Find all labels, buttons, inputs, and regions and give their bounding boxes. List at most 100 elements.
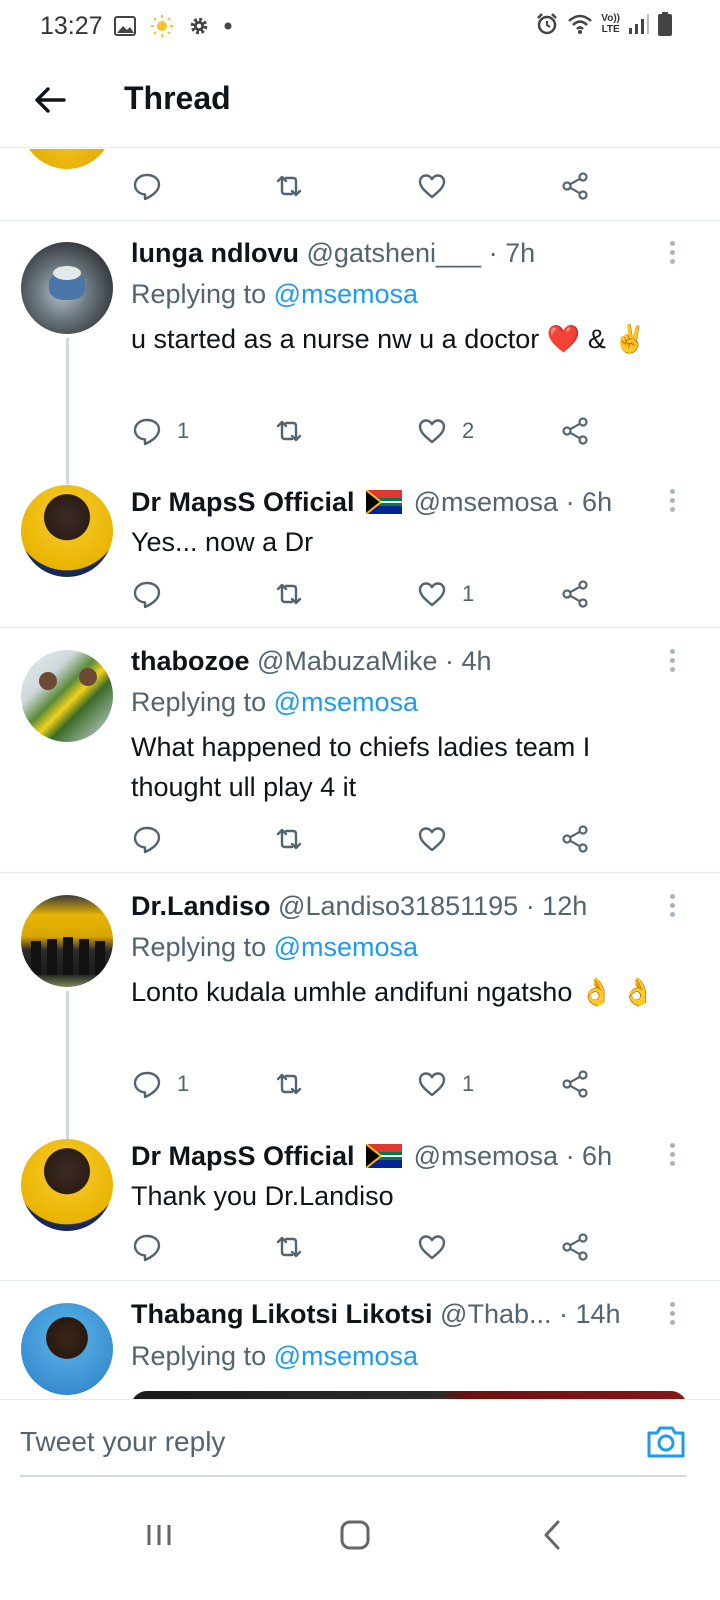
replying-to: Replying to @msemosa bbox=[131, 279, 418, 310]
share-button[interactable] bbox=[559, 168, 591, 204]
replying-prefix: Replying to bbox=[131, 279, 274, 309]
more-options-icon[interactable] bbox=[666, 1302, 678, 1328]
display-name[interactable]: thabozoe bbox=[131, 646, 250, 676]
tweet-actions bbox=[131, 1229, 601, 1265]
retweet-button[interactable] bbox=[273, 413, 319, 449]
reply-icon bbox=[133, 173, 161, 201]
like-button[interactable] bbox=[416, 1229, 462, 1265]
replying-prefix: Replying to bbox=[131, 932, 274, 962]
tweet-actions: 1 1 bbox=[131, 1066, 601, 1102]
more-options-icon[interactable] bbox=[666, 241, 678, 267]
timestamp: · 12h bbox=[525, 891, 588, 921]
alarm-icon bbox=[537, 13, 558, 35]
handle[interactable]: @msemosa bbox=[414, 1141, 558, 1171]
retweet-button[interactable] bbox=[273, 821, 319, 857]
timestamp: · 4h bbox=[445, 646, 492, 676]
reply-button[interactable] bbox=[131, 168, 177, 204]
handle[interactable]: @MabuzaMike bbox=[257, 646, 437, 676]
timestamp: · 14h bbox=[559, 1299, 621, 1329]
lte-indicator: Vo)) LTE bbox=[601, 13, 620, 35]
avatar[interactable] bbox=[21, 242, 113, 334]
retweet-button[interactable] bbox=[273, 1066, 319, 1102]
like-button[interactable]: 1 bbox=[416, 576, 474, 612]
retweet-icon bbox=[276, 1236, 302, 1258]
avatar[interactable] bbox=[21, 1139, 113, 1231]
tweet-header: Dr MapsS Official @msemosa · 6h bbox=[131, 1141, 612, 1172]
retweet-button[interactable] bbox=[273, 576, 319, 612]
divider bbox=[0, 627, 720, 628]
timestamp: · 6h bbox=[565, 487, 613, 517]
share-button[interactable] bbox=[559, 1066, 591, 1102]
display-name[interactable]: Dr MapsS Official bbox=[131, 487, 355, 517]
tweet-actions: 1 bbox=[131, 576, 601, 612]
like-button[interactable]: 1 bbox=[416, 1066, 474, 1102]
status-bar: 13:27 Vo)) LTE bbox=[0, 0, 720, 52]
avatar[interactable] bbox=[21, 895, 113, 987]
reply-button[interactable] bbox=[131, 1229, 177, 1265]
back-nav-icon[interactable] bbox=[528, 1510, 578, 1560]
avatar[interactable] bbox=[21, 485, 113, 577]
display-name[interactable]: Dr MapsS Official bbox=[131, 1141, 355, 1171]
handle[interactable]: @msemosa bbox=[414, 487, 558, 517]
recent-apps-icon[interactable] bbox=[134, 1510, 184, 1560]
more-options-icon[interactable] bbox=[666, 649, 678, 675]
page-title: Thread bbox=[124, 80, 231, 116]
display-name[interactable]: Thabang Likotsi Likotsi bbox=[131, 1299, 433, 1329]
mention-link[interactable]: @msemosa bbox=[274, 932, 418, 962]
heart-icon bbox=[418, 1072, 446, 1097]
retweet-icon bbox=[276, 1073, 302, 1095]
tweet-header: lunga ndlovu @gatsheni___ · 7h bbox=[131, 238, 535, 269]
tweet-header: Dr.Landiso @Landiso31851195 · 12h bbox=[131, 891, 587, 922]
handle[interactable]: @Thab... bbox=[440, 1299, 551, 1329]
more-options-icon[interactable] bbox=[666, 1143, 678, 1169]
share-button[interactable] bbox=[559, 1229, 591, 1265]
reply-icon bbox=[133, 581, 161, 609]
handle[interactable]: @Landiso31851195 bbox=[278, 891, 518, 921]
camera-icon[interactable] bbox=[645, 1422, 687, 1462]
like-button[interactable] bbox=[416, 821, 462, 857]
sun-icon bbox=[151, 15, 173, 37]
reply-button[interactable]: 1 bbox=[131, 1066, 189, 1102]
heart-icon bbox=[418, 1235, 446, 1260]
more-options-icon[interactable] bbox=[666, 489, 678, 515]
mention-link[interactable]: @msemosa bbox=[274, 687, 418, 717]
display-name[interactable]: lunga ndlovu bbox=[131, 238, 299, 268]
share-button[interactable] bbox=[559, 576, 591, 612]
gear-icon bbox=[190, 17, 208, 35]
reply-button[interactable]: 1 bbox=[131, 413, 189, 449]
reply-button[interactable] bbox=[131, 821, 177, 857]
avatar[interactable] bbox=[21, 650, 113, 742]
share-button[interactable] bbox=[559, 821, 591, 857]
divider bbox=[0, 872, 720, 873]
share-icon bbox=[562, 172, 588, 200]
share-button[interactable] bbox=[559, 413, 591, 449]
tweet-text: u started as a nurse nw u a doctor ❤️ & … bbox=[131, 324, 647, 354]
more-options-icon[interactable] bbox=[666, 894, 678, 920]
avatar[interactable] bbox=[21, 149, 113, 169]
tweet-feed[interactable]: lunga ndlovu @gatsheni___ · 7h Replying … bbox=[0, 149, 720, 1399]
tweet-media-preview[interactable] bbox=[131, 1391, 687, 1399]
mention-link[interactable]: @msemosa bbox=[274, 279, 418, 309]
reply-count: 1 bbox=[177, 418, 190, 443]
dot-icon bbox=[224, 22, 232, 30]
like-button[interactable]: 2 bbox=[416, 413, 474, 449]
thread-header: Thread bbox=[0, 52, 720, 148]
tweet-actions: 1 2 bbox=[131, 413, 601, 449]
tweet-reply-input[interactable]: Tweet your reply bbox=[20, 1426, 225, 1458]
lte-top-label: Vo)) bbox=[601, 13, 620, 24]
mention-link[interactable]: @msemosa bbox=[274, 1341, 418, 1371]
retweet-button[interactable] bbox=[273, 168, 319, 204]
display-name[interactable]: Dr.Landiso bbox=[131, 891, 271, 921]
home-icon[interactable] bbox=[330, 1510, 380, 1560]
back-arrow-icon[interactable] bbox=[30, 80, 70, 120]
like-button[interactable] bbox=[416, 168, 462, 204]
handle[interactable]: @gatsheni___ bbox=[307, 238, 482, 268]
thread-connector bbox=[66, 991, 69, 1139]
share-icon bbox=[562, 417, 588, 445]
share-icon bbox=[562, 825, 588, 853]
south-africa-flag-icon bbox=[366, 1144, 403, 1168]
reply-button[interactable] bbox=[131, 576, 177, 612]
avatar[interactable] bbox=[21, 1303, 113, 1395]
reply-composer: Tweet your reply bbox=[0, 1399, 720, 1479]
retweet-button[interactable] bbox=[273, 1229, 319, 1265]
